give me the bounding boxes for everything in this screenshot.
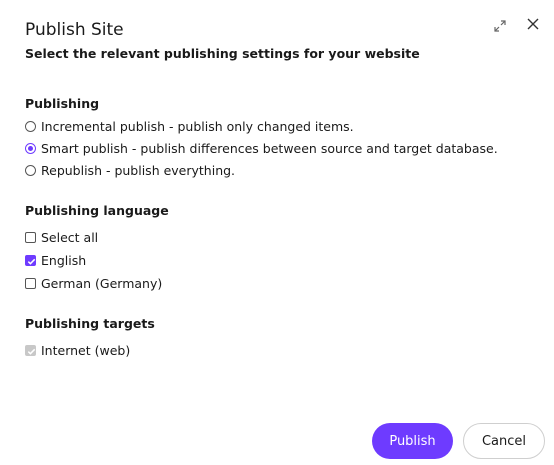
checkbox-checked[interactable] [25,255,36,266]
checkbox[interactable] [25,232,36,243]
checkbox-german-germany[interactable]: German (Germany) [25,276,162,291]
radio-smart-publish[interactable]: Smart publish - publish differences betw… [25,141,498,156]
radio-button-selected[interactable] [25,143,36,154]
expand-icon[interactable] [493,18,507,32]
option-label: Internet (web) [41,343,131,358]
checkbox-internet-web: Internet (web) [25,343,130,358]
radio-button[interactable] [25,121,36,132]
radio-incremental-publish[interactable]: Incremental publish - publish only chang… [25,119,354,134]
cancel-button[interactable]: Cancel [463,423,545,459]
check-icon [27,258,36,265]
publish-button[interactable]: Publish [372,423,453,459]
radio-republish[interactable]: Republish - publish everything. [25,163,235,178]
publishing-targets-heading: Publishing targets [25,316,155,331]
option-label: English [41,253,87,268]
checkbox[interactable] [25,278,36,289]
publishing-heading: Publishing [25,96,100,111]
radio-button[interactable] [25,165,36,176]
option-label: Select all [41,230,99,245]
publish-site-dialog: Publish Site Select the relevant publish… [0,0,554,465]
dialog-title: Publish Site [25,20,124,40]
checkbox-select-all[interactable]: Select all [25,230,98,245]
checkbox-disabled-checked [25,345,36,356]
checkbox-english[interactable]: English [25,253,86,268]
check-icon [27,348,36,355]
dialog-subtitle: Select the relevant publishing settings … [25,46,420,61]
close-icon[interactable] [525,16,541,32]
option-label: German (Germany) [41,276,163,291]
publishing-language-heading: Publishing language [25,203,169,218]
option-label: Republish - publish everything. [41,163,236,178]
option-label: Smart publish - publish differences betw… [41,141,498,156]
option-label: Incremental publish - publish only chang… [41,119,354,134]
